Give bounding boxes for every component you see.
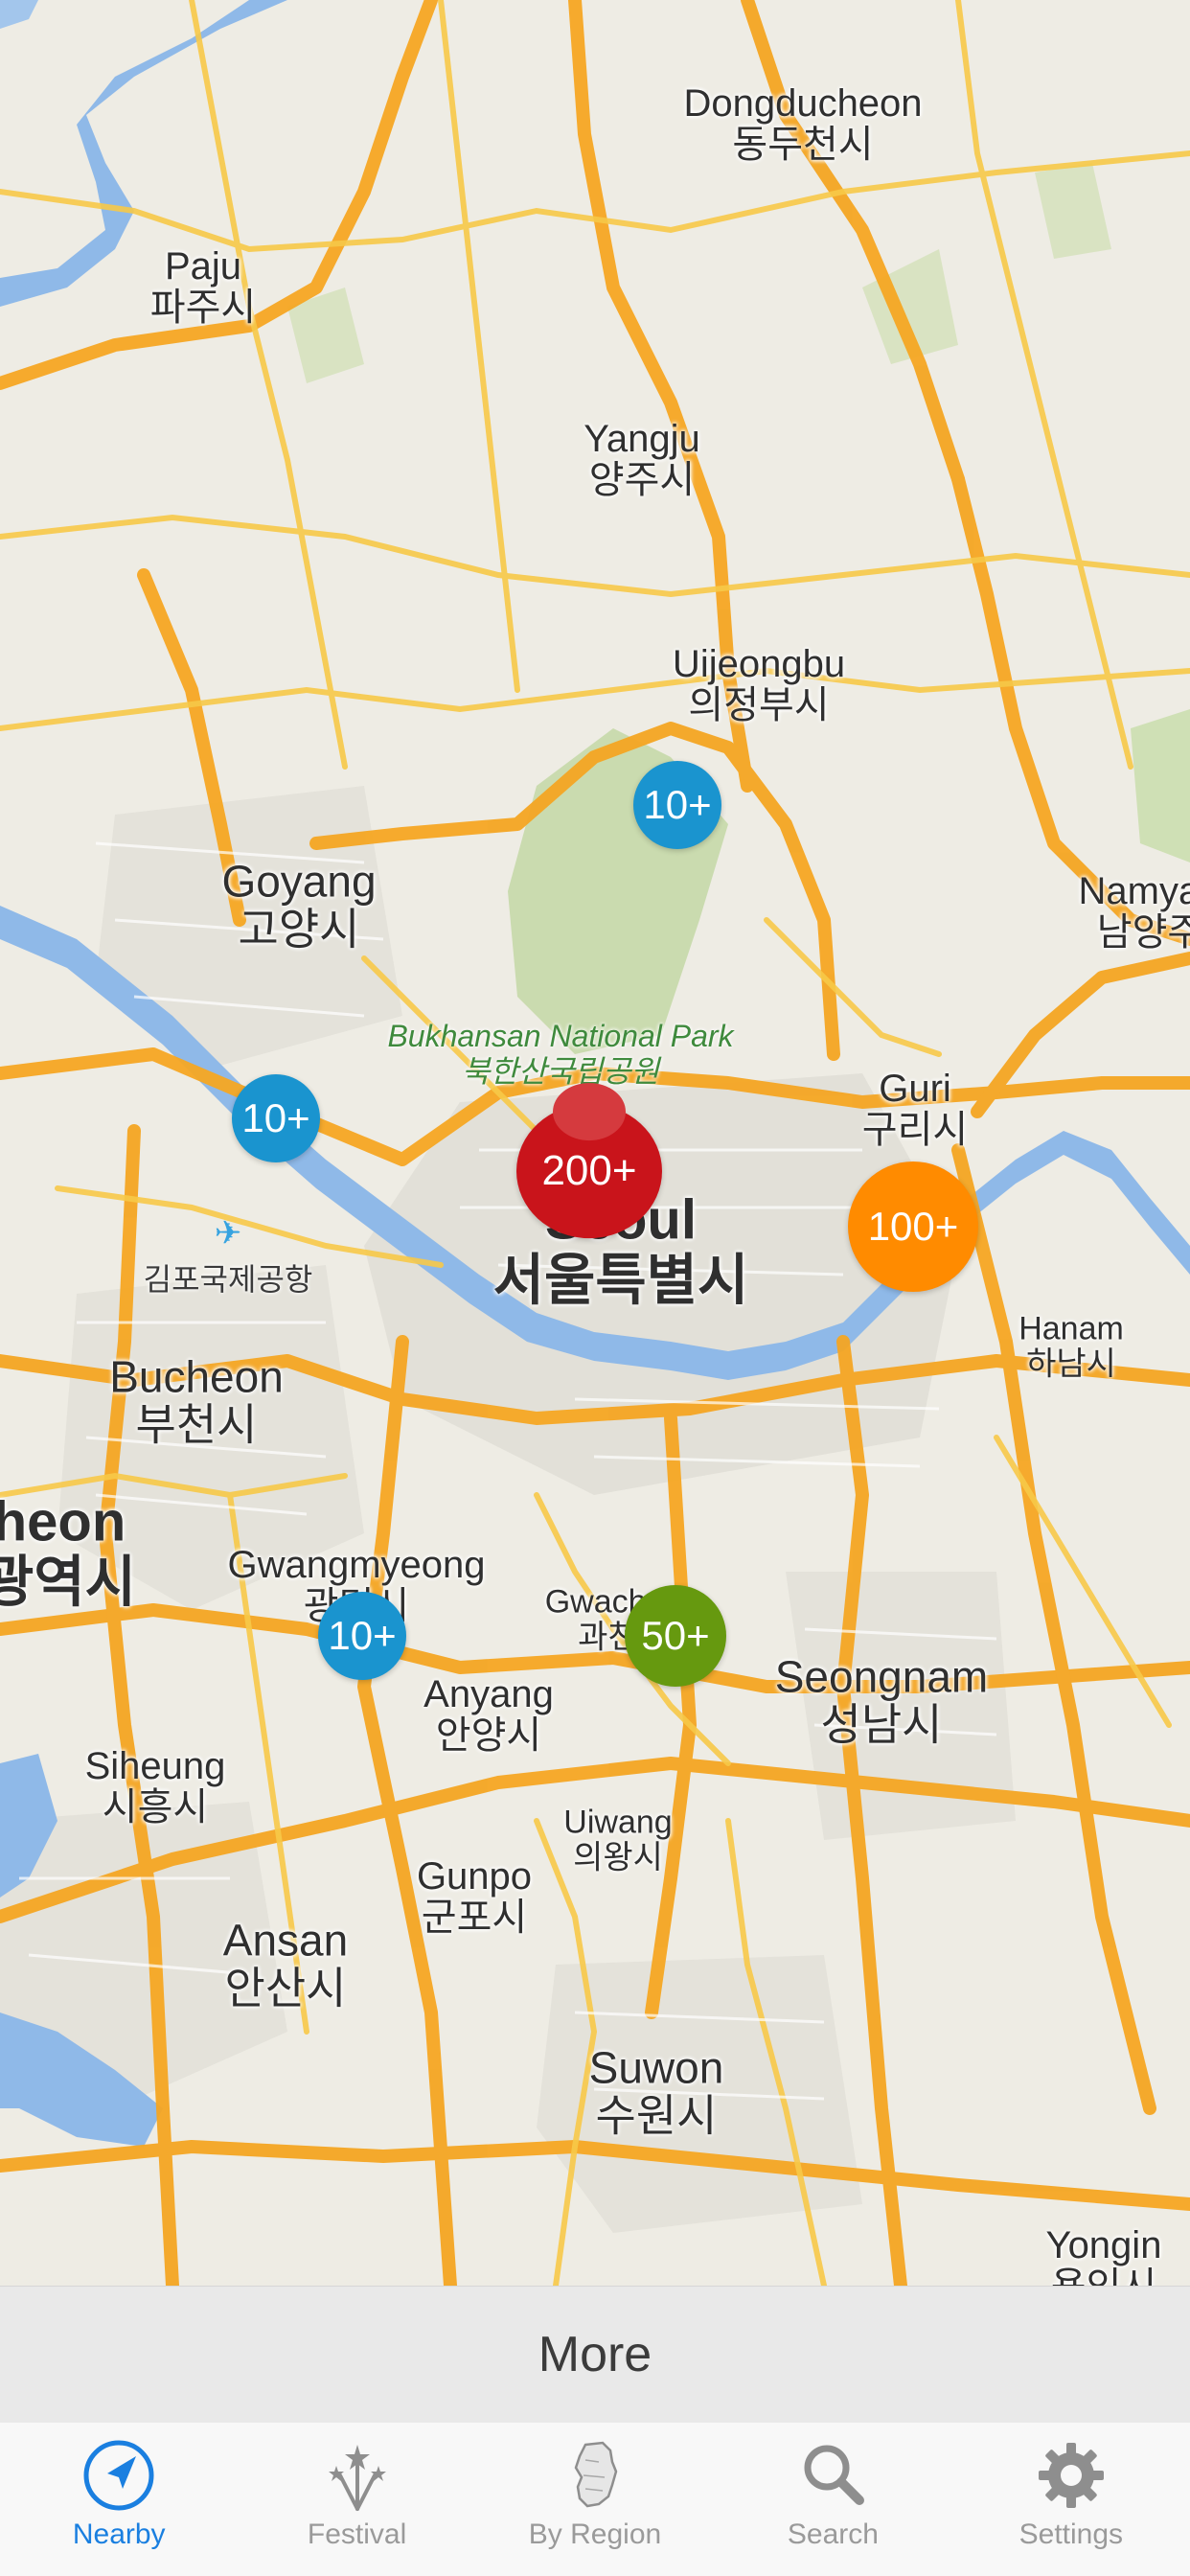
- city-name-ko: 파주시: [149, 287, 257, 329]
- cluster-stack-shadow: [553, 1083, 626, 1141]
- city-name-en: Siheung: [84, 1744, 226, 1787]
- city-name-ko: 남양주: [1096, 911, 1190, 954]
- city-name-en: Seongnam: [774, 1651, 989, 1702]
- city-label: Siheung 시흥시: [84, 1744, 226, 1828]
- city-name-en: Gwangmyeong: [227, 1543, 486, 1586]
- city-name-en: Suwon: [588, 2042, 724, 2093]
- cluster-count: 10+: [643, 782, 712, 827]
- tab-festival[interactable]: Festival: [238, 2423, 475, 2576]
- city-name-ko: 의정부시: [688, 684, 830, 726]
- city-label: Ansan 안산시: [223, 1917, 348, 2012]
- city-name-ko: 하남시: [1026, 1346, 1116, 1382]
- city-name-en: Bucheon: [109, 1351, 284, 1402]
- city-label: Paju 파주시: [149, 244, 257, 329]
- city-name-ko: 고양시: [238, 904, 360, 954]
- cluster-marker[interactable]: 10+: [232, 1074, 320, 1162]
- cluster-marker[interactable]: 10+: [318, 1592, 406, 1680]
- cluster-count: 10+: [328, 1613, 397, 1658]
- tab-by-region[interactable]: By Region: [476, 2423, 714, 2576]
- airplane-icon: ✈: [214, 1215, 242, 1252]
- tab-bar: Nearby Festival By Region Search Setting…: [0, 2423, 1190, 2576]
- city-name-ko: 동두천시: [732, 124, 874, 166]
- city-name-ko: 양주시: [588, 459, 696, 501]
- city-name-en: Paju: [164, 244, 242, 288]
- tab-search[interactable]: Search: [714, 2423, 951, 2576]
- city-name-ko: 안산시: [224, 1963, 347, 2012]
- city-label: Yangju 양주시: [584, 417, 700, 501]
- city-label: Hanam 하남시: [1018, 1311, 1124, 1381]
- cluster-count: 10+: [241, 1095, 310, 1140]
- city-label: Guri 구리시: [861, 1067, 969, 1151]
- city-name-en: Yangju: [584, 417, 700, 460]
- city-name-en: Uijeongbu: [672, 642, 846, 685]
- city-name-ko: 안양시: [435, 1714, 542, 1757]
- tab-settings[interactable]: Settings: [952, 2423, 1190, 2576]
- city-name-en: heon: [0, 1490, 126, 1553]
- city-label: Namyan남양주: [1078, 869, 1190, 954]
- city-name-ko: 구리시: [861, 1109, 969, 1151]
- search-icon: [790, 2436, 876, 2515]
- city-label: Uiwang 의왕시: [563, 1805, 672, 1874]
- city-name-ko: 광역시: [0, 1551, 137, 1613]
- tab-festival-label: Festival: [307, 2518, 407, 2550]
- korea-map-icon: [552, 2436, 638, 2515]
- city-name-en: Goyang: [221, 856, 377, 907]
- city-name-en: Yongin: [1045, 2223, 1162, 2266]
- city-name-en: Uiwang: [563, 1804, 673, 1841]
- city-name-ko: 부천시: [135, 1399, 258, 1449]
- city-name-en: Hanam: [1018, 1310, 1124, 1347]
- tab-by-region-label: By Region: [528, 2518, 662, 2550]
- city-name-en: Gunpo: [416, 1854, 533, 1898]
- cluster-marker[interactable]: 10+: [633, 761, 721, 849]
- city-name-ko: 시흥시: [102, 1786, 209, 1828]
- city-label: Goyang 고양시: [221, 858, 376, 953]
- city-label: Yongin용인시: [1045, 2223, 1162, 2286]
- cluster-count: 50+: [641, 1613, 710, 1658]
- cluster-marker[interactable]: 100+: [848, 1162, 978, 1292]
- city-name-en: Dongducheon: [683, 81, 923, 125]
- city-label: Uijeongbu 의정부시: [672, 642, 846, 726]
- city-label: Dongducheon 동두천시: [683, 81, 923, 166]
- park-label: Bukhansan National Park 북한산국립공원: [387, 1019, 734, 1089]
- city-name-ko: 의왕시: [573, 1839, 663, 1875]
- city-name-en: Guri: [879, 1067, 951, 1110]
- tab-nearby[interactable]: Nearby: [0, 2423, 238, 2576]
- city-name-ko: 서울특별시: [492, 1249, 749, 1311]
- city-label: Anyang 안양시: [423, 1672, 554, 1757]
- more-button[interactable]: More: [0, 2286, 1190, 2424]
- gear-icon: [1028, 2436, 1114, 2515]
- navigation-arrow-icon: [76, 2436, 162, 2515]
- city-name-ko: 성남시: [820, 1699, 943, 1749]
- cluster-count: 100+: [867, 1204, 959, 1249]
- tab-nearby-label: Nearby: [72, 2518, 166, 2550]
- city-label: Gunpo 군포시: [416, 1854, 533, 1939]
- city-label: Bucheon 부천시: [109, 1353, 284, 1448]
- city-label: heon 광역시: [0, 1492, 136, 1612]
- festival-fireworks-icon: [314, 2436, 400, 2515]
- city-name-en: Ansan: [222, 1915, 349, 1966]
- cluster-count: 200+: [541, 1146, 637, 1194]
- city-label: Suwon 수원시: [589, 2044, 724, 2139]
- city-label: Seongnam 성남시: [775, 1653, 989, 1748]
- tab-search-label: Search: [787, 2518, 879, 2550]
- city-name-ko: 군포시: [421, 1897, 528, 1939]
- city-name-en: Anyang: [423, 1672, 554, 1715]
- city-name-ko: 용인시: [1046, 2266, 1162, 2286]
- more-button-label: More: [538, 2327, 652, 2382]
- city-name-ko: 수원시: [595, 2090, 718, 2140]
- map-view[interactable]: Bukhansan National Park 북한산국립공원 ✈ 김포국제공항…: [0, 0, 1190, 2286]
- city-name-en: Namyan: [1078, 869, 1190, 912]
- airport-label: 김포국제공항: [143, 1262, 313, 1297]
- cluster-marker[interactable]: 50+: [625, 1585, 726, 1687]
- tab-settings-label: Settings: [1018, 2518, 1124, 2550]
- cluster-marker[interactable]: 200+: [516, 1083, 662, 1238]
